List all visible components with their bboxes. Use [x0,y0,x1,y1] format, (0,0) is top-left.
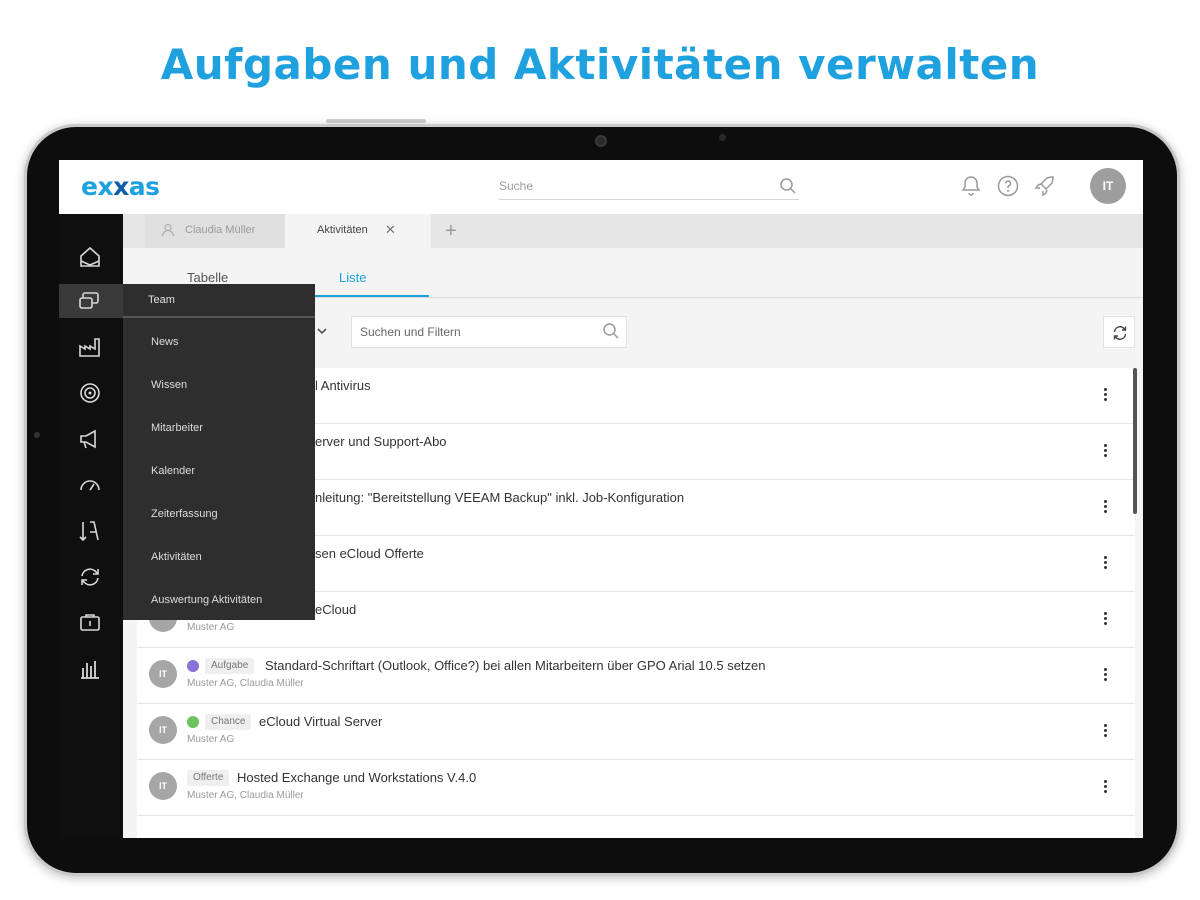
factory-icon[interactable] [77,334,103,360]
avatar: IT [149,660,177,688]
more-options-icon[interactable] [1097,554,1113,574]
user-icon [161,223,175,237]
search-icon[interactable] [779,177,797,195]
box-icon[interactable] [77,610,103,636]
item-title: l Antivirus [315,378,371,393]
tablet-top-button [326,119,426,123]
file-tab-bar: Claudia Müller Aktivitäten ✕ + [123,214,1143,248]
item-title: erver und Support-Abo [315,434,447,449]
add-tab-button[interactable]: + [435,214,475,248]
more-options-icon[interactable] [1097,666,1113,686]
menu-item-wissen[interactable]: Wissen [151,379,187,391]
refresh-icon [1113,326,1127,340]
avatar: IT [149,716,177,744]
menu-item-news[interactable]: News [151,336,179,348]
menu-header[interactable]: Team [123,284,315,318]
tablet-sensor [719,134,726,141]
more-options-icon[interactable] [1097,442,1113,462]
rocket-icon[interactable] [1033,174,1057,198]
status-dot [187,660,199,672]
headline: Aufgaben und Aktivitäten verwalten [160,40,1040,89]
tab-label: Aktivitäten [317,224,368,236]
item-title: eCloud Virtual Server [259,714,383,729]
app-screen: exxas IT Claudia Müller Aktivitäten ✕ [59,160,1143,838]
item-title: Hosted Exchange und Workstations V.4.0 [237,770,477,785]
sync-icon[interactable] [77,564,103,590]
megaphone-icon[interactable] [77,426,103,452]
gauge-icon[interactable] [77,472,103,498]
tab-aktivitaeten[interactable]: Aktivitäten ✕ [285,214,431,248]
menu-item-kalender[interactable]: Kalender [151,465,195,477]
item-title: sen eCloud Offerte [315,546,424,561]
global-search-input[interactable] [499,174,769,198]
type-badge: Offerte [187,770,230,786]
item-title: eCloud [315,602,357,617]
search-icon[interactable] [602,322,620,340]
more-options-icon[interactable] [1097,610,1113,630]
filter-search [351,316,627,348]
item-title: Standard-Schriftart (Outlook, Office?) b… [265,658,766,673]
team-menu: Team News Wissen Mitarbeiter Kalender Ze… [123,284,315,620]
avatar: IT [149,772,177,800]
item-subtitle: Muster AG, Claudia Müller [187,790,304,801]
list-item[interactable]: IT Aufgabe Standard-Schriftart (Outlook,… [137,648,1135,704]
bell-icon[interactable] [959,174,983,198]
target-icon[interactable] [77,380,103,406]
item-subtitle: Muster AG, Claudia Müller [187,678,304,689]
tablet-side-sensor [34,432,40,438]
tab-label: Claudia Müller [185,224,256,236]
more-options-icon[interactable] [1097,498,1113,518]
tab-claudia-mueller[interactable]: Claudia Müller [145,214,285,248]
list-item[interactable]: IT Offerte Hosted Exchange und Workstati… [137,760,1135,816]
more-options-icon[interactable] [1097,386,1113,406]
more-options-icon[interactable] [1097,722,1113,742]
item-subtitle: Muster AG [187,622,235,633]
global-search [499,174,799,200]
type-badge: Aufgabe [205,658,255,674]
more-options-icon[interactable] [1097,778,1113,798]
tablet-camera [595,135,607,147]
list-scrollbar[interactable] [1133,368,1137,514]
app-header: exxas IT [59,160,1143,214]
bar-chart-icon[interactable] [77,656,103,682]
status-dot [187,716,199,728]
menu-item-zeiterfassung[interactable]: Zeiterfassung [151,508,218,520]
close-icon[interactable]: ✕ [385,214,396,246]
filter-search-input[interactable] [360,323,590,341]
chevron-down-icon[interactable] [315,324,329,338]
list-item[interactable]: IT Chance eCloud Virtual Server Muster A… [137,704,1135,760]
help-icon[interactable] [996,174,1020,198]
tab-tabelle[interactable]: Tabelle [187,270,228,285]
active-tab-indicator [301,295,429,297]
item-subtitle: Muster AG [187,734,235,745]
menu-item-mitarbeiter[interactable]: Mitarbeiter [151,422,203,434]
item-title: nleitung: "Bereitstellung VEEAM Backup" … [315,490,685,505]
tab-liste[interactable]: Liste [339,270,366,285]
menu-header-label: Team [148,294,175,306]
type-badge: Chance [205,714,252,730]
home-icon[interactable] [77,244,103,270]
refresh-button[interactable] [1103,316,1135,348]
menu-item-auswertung-aktivitaeten[interactable]: Auswertung Aktivitäten [151,594,262,606]
user-avatar[interactable]: IT [1090,168,1126,204]
nav-rail [59,214,123,838]
exxas-logo[interactable]: exxas [81,172,160,201]
team-icon[interactable] [77,288,103,314]
menu-item-aktivitaeten[interactable]: Aktivitäten [151,551,202,563]
sort-icon[interactable] [77,518,103,544]
